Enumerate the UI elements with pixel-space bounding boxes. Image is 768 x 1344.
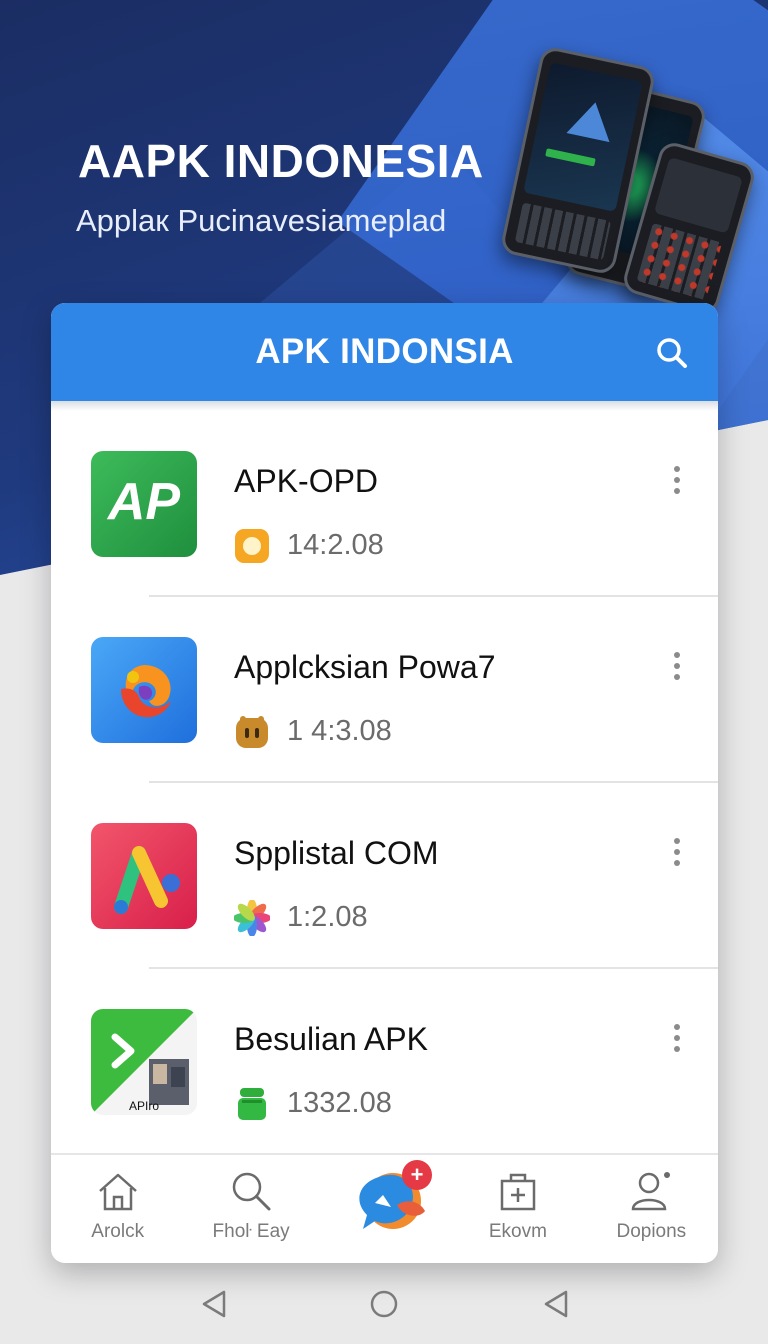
svg-text:APIro: APIro	[129, 1099, 159, 1113]
medical-box-icon	[500, 1173, 536, 1211]
nav-item-search[interactable]: Fhoŀ Eay	[184, 1155, 317, 1263]
app-name: Spplistal COM	[234, 835, 439, 871]
home-icon	[98, 1173, 137, 1211]
hero-title: AAPK INDONESIA	[78, 135, 484, 187]
app-meta: 1 4:3.08	[287, 715, 392, 747]
search-button[interactable]	[652, 333, 692, 373]
more-options-button[interactable]	[666, 649, 688, 685]
search-icon	[657, 338, 687, 368]
back-button[interactable]	[196, 1286, 232, 1322]
app-name: Applcksian Powa7	[234, 649, 496, 685]
bottom-navigation: Arolck Fhoŀ Eay + Ekovm Dopions	[51, 1153, 718, 1263]
ap-logo-icon: AP	[91, 451, 197, 557]
nav-item-chat[interactable]: +	[318, 1155, 451, 1263]
system-navigation-bar	[0, 1270, 768, 1344]
chat-bubbles-plus-icon: +	[358, 1160, 432, 1229]
svg-text:+: +	[410, 1162, 423, 1187]
android-robot-badge-icon	[234, 1086, 270, 1122]
more-options-button[interactable]	[666, 1021, 688, 1057]
pinwheel-badge-icon	[233, 899, 271, 937]
recents-button[interactable]	[538, 1286, 574, 1322]
more-options-button[interactable]	[666, 463, 688, 499]
home-system-button[interactable]	[366, 1286, 402, 1322]
nav-item-options[interactable]: Dopions	[585, 1155, 718, 1263]
app-list-item[interactable]: AP APK-OPD 14:2.08	[51, 411, 718, 597]
red-chart-logo-icon	[91, 823, 197, 929]
app-list-item[interactable]: APIro Besulian APK 1332.08	[51, 969, 718, 1155]
card-title: APK INDONSIA	[255, 332, 514, 371]
user-settings-icon	[632, 1172, 671, 1211]
green-play-logo-icon: APIro	[91, 1009, 197, 1115]
nav-item-medical[interactable]: Ekovm	[451, 1155, 584, 1263]
hero-subtitle: Applaк Pucinavesiameplad	[76, 203, 447, 238]
header-shadow	[51, 401, 718, 411]
svg-text:AP: AP	[106, 473, 181, 531]
nav-label: Fhoŀ Eay	[212, 1221, 290, 1242]
more-options-button[interactable]	[666, 835, 688, 871]
home-circle-icon	[370, 1290, 398, 1318]
app-list-item[interactable]: Spplistal COM 1:2.08	[51, 783, 718, 969]
app-meta: 1332.08	[287, 1087, 392, 1119]
nav-label: Arolck	[91, 1221, 145, 1242]
orange-circle-badge-icon	[234, 528, 270, 564]
app-meta: 14:2.08	[287, 529, 384, 561]
app-name: APK-OPD	[234, 463, 379, 499]
card-header: APK INDONSIA	[51, 303, 718, 401]
app-meta: 1:2.08	[287, 901, 368, 933]
back-triangle-icon	[544, 1290, 568, 1318]
nav-label: Dopions	[616, 1221, 687, 1242]
app-name: Besulian APK	[234, 1021, 428, 1057]
search-icon	[232, 1172, 271, 1211]
app-list-item[interactable]: Applcksian Powa7 1 4:3.08	[51, 597, 718, 783]
blue-swirl-logo-icon	[91, 637, 197, 743]
back-triangle-icon	[202, 1290, 226, 1318]
phones-illustration	[490, 45, 760, 317]
nav-label: Ekovm	[488, 1221, 547, 1242]
app-list-card: APK INDONSIA AP APK-OPD 14:2.08 Applcksi…	[51, 303, 718, 1263]
nav-item-home[interactable]: Arolck	[51, 1155, 184, 1263]
gold-face-badge-icon	[234, 714, 270, 750]
